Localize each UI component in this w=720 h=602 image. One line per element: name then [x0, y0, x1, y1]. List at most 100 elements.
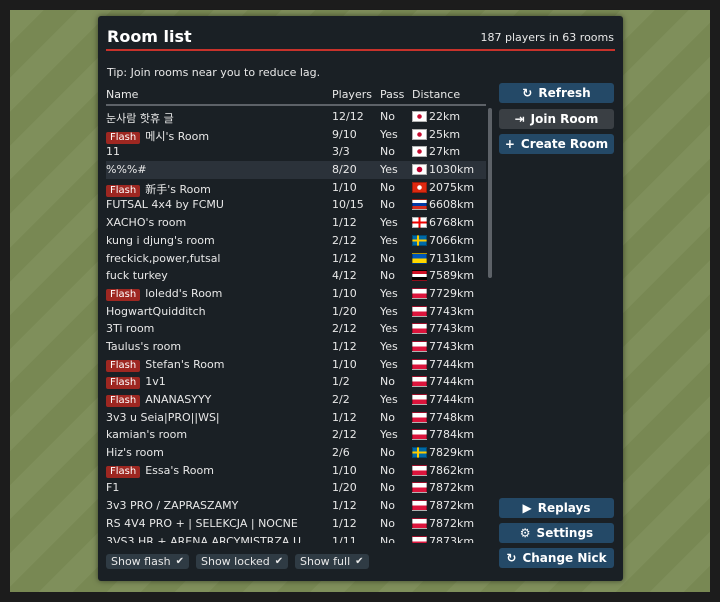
room-players: 1/10 — [332, 463, 357, 477]
title-divider — [106, 49, 615, 51]
room-name-text: 3VS3 HR + ARENA ARCYMISTRZA U — [106, 534, 302, 544]
refresh-button[interactable]: ↻ Refresh — [499, 83, 614, 103]
flag-jp-icon — [412, 164, 427, 176]
room-name: kung i djung's room — [106, 234, 215, 247]
room-players: 4/12 — [332, 269, 357, 283]
room-distance-text: 2075km — [429, 180, 475, 194]
room-row[interactable]: HogwartQuidditch 1/20 Yes 7743km — [106, 303, 486, 321]
room-name-text: ANANASYYY — [145, 393, 212, 406]
room-name-text: freckick,power,futsal — [106, 251, 221, 265]
join-room-button[interactable]: ⇥ Join Room — [499, 109, 614, 129]
settings-label: Settings — [536, 526, 594, 540]
room-row[interactable]: Flash loledd's Room 1/10 Yes 7729km — [106, 285, 486, 303]
room-name-text: 3Ti room — [106, 322, 155, 336]
room-row[interactable]: Hiz's room 2/6 No 7829km — [106, 444, 486, 462]
room-row[interactable]: 3v3 u Seia|PRO||WS| 1/12 No 7748km — [106, 409, 486, 427]
room-row[interactable]: Flash 메시's Room 9/10 Yes 25km — [106, 126, 486, 144]
plus-icon: + — [504, 137, 515, 151]
room-row[interactable]: Flash 1v1 1/2 No 7744km — [106, 373, 486, 391]
room-distance-text: 7784km — [429, 428, 475, 442]
room-row[interactable]: RS 4V4 PRO + | SELEKCJA | NOCNE 1/12 No 787… — [106, 515, 486, 533]
settings-button[interactable]: ⚙ Settings — [499, 523, 614, 543]
room-players: 1/2 — [332, 375, 350, 389]
flag-pl-icon — [412, 535, 427, 543]
change-nick-button[interactable]: ↻ Change Nick — [499, 548, 614, 568]
room-distance: 7744km — [412, 393, 474, 406]
room-row[interactable]: freckick,power,futsal 1/12 No 7131km — [106, 250, 486, 268]
flash-badge: Flash — [106, 377, 141, 390]
room-row[interactable]: 3Ti room 2/12 Yes 7743km — [106, 320, 486, 338]
flag-se-icon — [412, 447, 427, 459]
room-row[interactable]: Taulus's room 1/12 Yes 7743km — [106, 338, 486, 356]
flag-pl-icon — [412, 429, 427, 441]
room-row[interactable]: FUTSAL 4x4 by FCMU 10/15 No 6608km — [106, 196, 486, 214]
flash-badge: Flash — [106, 288, 141, 301]
room-players: 1/10 — [332, 286, 357, 300]
room-name-text: fuck turkey — [106, 269, 168, 283]
room-list-scrollbar[interactable] — [488, 108, 492, 278]
column-players[interactable]: Players — [332, 88, 372, 101]
room-row[interactable]: 3v3 PRO / ZAPRASZAMY 1/12 No 7872km — [106, 497, 486, 515]
room-row[interactable]: XACHO's room 1/12 Yes 6768km — [106, 214, 486, 232]
room-distance: 7744km — [412, 375, 474, 388]
check-icon: ✔ — [355, 556, 364, 567]
flag-pl-icon — [412, 340, 427, 352]
create-room-button[interactable]: + Create Room — [499, 134, 614, 154]
flag-se-icon — [412, 234, 427, 246]
room-row[interactable]: 11 3/3 No 27km — [106, 143, 486, 161]
room-pass: No — [380, 481, 395, 495]
room-players: 1/20 — [332, 481, 357, 495]
room-row[interactable]: fuck turkey 4/12 No 7589km — [106, 267, 486, 285]
room-row[interactable]: F1 1/20 No 7872km — [106, 479, 486, 497]
room-name: 3VS3 HR + ARENA ARCYMISTRZA U — [106, 535, 301, 544]
room-name: XACHO's room — [106, 216, 186, 229]
room-row[interactable]: kung i djung's room 2/12 Yes 7066km — [106, 232, 486, 250]
room-distance: 7748km — [412, 411, 474, 424]
room-row[interactable]: Flash Stefan's Room 1/10 Yes 7744km — [106, 356, 486, 374]
room-distance-text: 7872km — [429, 516, 475, 530]
room-name-text: XACHO's room — [106, 216, 187, 230]
room-row[interactable]: Flash 新手's Room 1/10 No 2075km — [106, 179, 486, 197]
room-row[interactable]: 눈사람 핫휴 글 12/12 No 22km — [106, 108, 486, 126]
room-row[interactable]: Flash Essa's Room 1/10 No 7862km — [106, 462, 486, 480]
room-row[interactable]: %%%# 8/20 Yes 1030km — [106, 161, 486, 179]
replays-button[interactable]: ▶ Replays — [499, 498, 614, 518]
room-pass: No — [380, 463, 395, 477]
room-distance: 7862km — [412, 464, 474, 477]
refresh-label: Refresh — [538, 86, 591, 100]
room-players: 12/12 — [332, 110, 364, 123]
room-row[interactable]: kamian's room 2/12 Yes 7784km — [106, 426, 486, 444]
room-list-dialog: Room list 187 players in 63 rooms Tip: J… — [98, 16, 623, 581]
room-players: 2/12 — [332, 322, 357, 336]
room-players: 1/12 — [332, 516, 357, 530]
room-distance-text: 7744km — [429, 375, 475, 389]
room-list[interactable]: 눈사람 핫휴 글 12/12 No 22km Flash 메시's Room 9/10 Yes… — [106, 108, 486, 543]
show-full-toggle[interactable]: Show full ✔ — [295, 554, 369, 569]
flag-hk-icon — [412, 181, 427, 193]
room-name: %%%# — [106, 163, 147, 176]
show-locked-toggle[interactable]: Show locked ✔ — [196, 554, 289, 569]
show-flash-label: Show flash — [111, 555, 171, 568]
room-name-text: FUTSAL 4x4 by FCMU — [106, 198, 224, 212]
room-row[interactable]: 3VS3 HR + ARENA ARCYMISTRZA U 1/11 No 7873k… — [106, 533, 486, 544]
room-name: Flash 新手's Room — [106, 181, 211, 197]
room-distance: 7743km — [412, 305, 474, 318]
room-distance: 7784km — [412, 428, 474, 441]
room-name-text: Stefan's Room — [145, 357, 225, 371]
room-pass: No — [380, 516, 395, 530]
flag-pl-icon — [412, 464, 427, 476]
room-name: Flash Stefan's Room — [106, 358, 224, 372]
column-name[interactable]: Name — [106, 88, 138, 101]
room-row[interactable]: Flash ANANASYYY 2/2 Yes 7744km — [106, 391, 486, 409]
room-pass: No — [380, 251, 395, 265]
room-players: 1/10 — [332, 180, 357, 194]
room-players: 1/20 — [332, 304, 357, 318]
flag-pl-icon — [412, 394, 427, 405]
column-distance[interactable]: Distance — [412, 88, 460, 101]
room-distance-text: 7829km — [429, 446, 475, 460]
column-pass[interactable]: Pass — [380, 88, 404, 101]
show-flash-toggle[interactable]: Show flash ✔ — [106, 554, 189, 569]
room-name-text: kung i djung's room — [106, 233, 215, 247]
room-pass: Yes — [380, 357, 398, 371]
room-players: 1/12 — [332, 339, 357, 353]
